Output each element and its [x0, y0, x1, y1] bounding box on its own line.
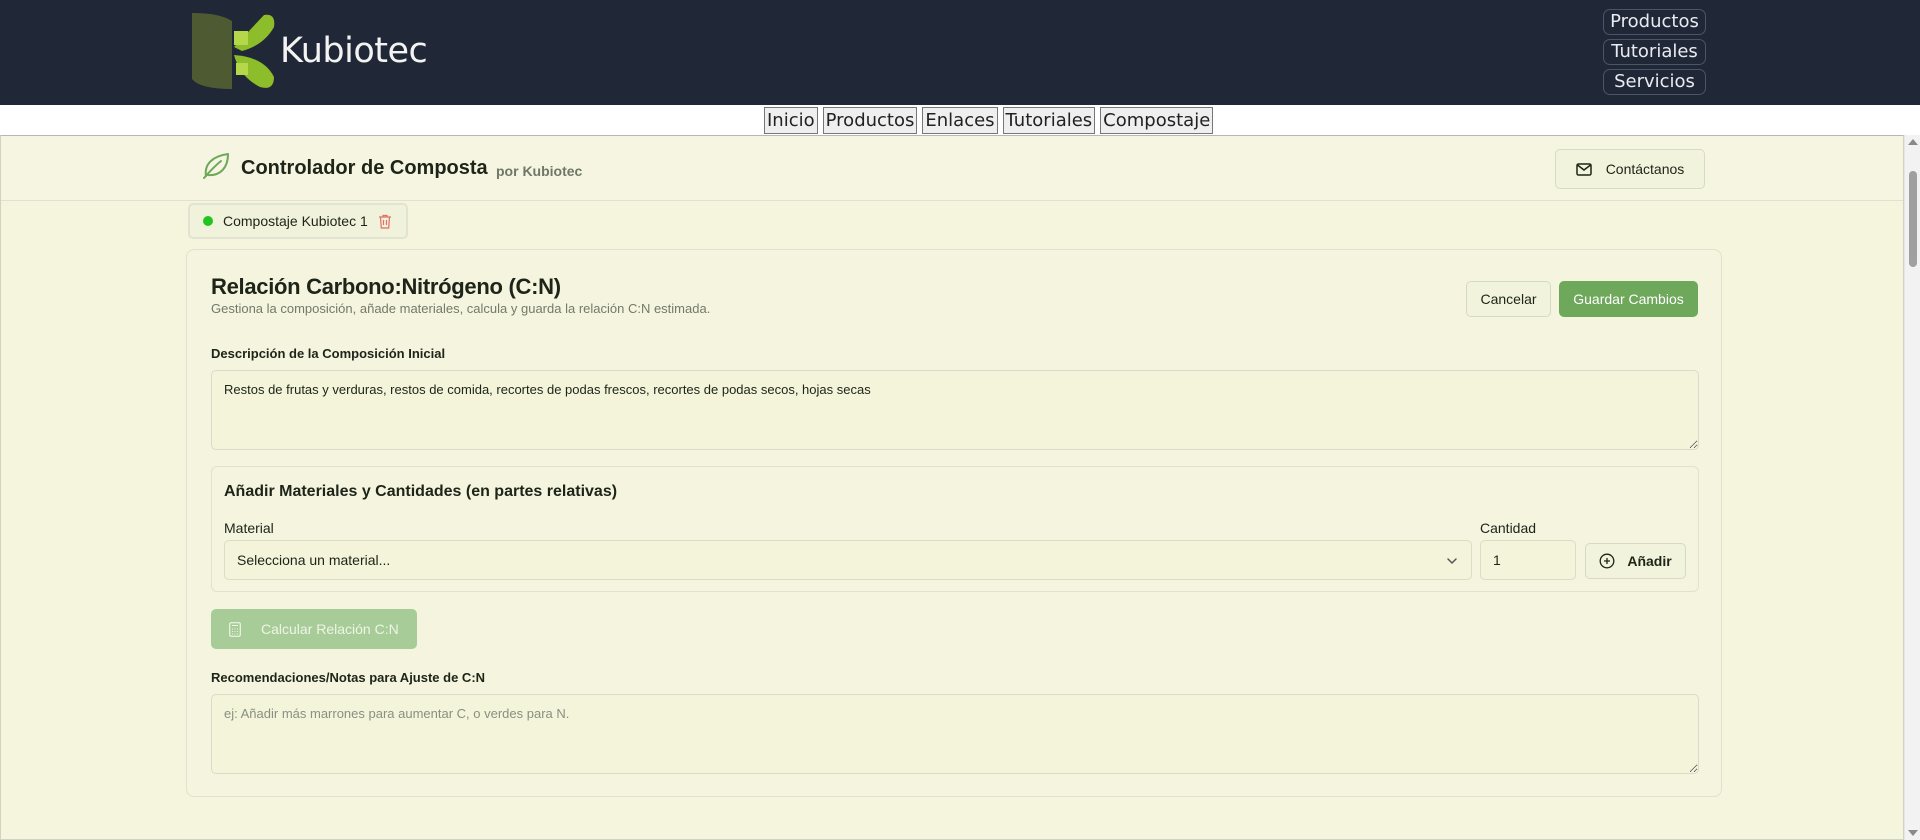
calculate-cn-button[interactable]: Calcular Relación C:N	[211, 609, 417, 649]
material-select[interactable]: Selecciona un material...	[224, 540, 1472, 580]
top-link-tutoriales[interactable]: Tutoriales	[1603, 39, 1706, 65]
top-nav: Productos Tutoriales Servicios	[1603, 9, 1706, 99]
add-label: Añadir	[1627, 553, 1672, 569]
contact-label: Contáctanos	[1605, 161, 1685, 177]
materials-panel: Añadir Materiales y Cantidades (en parte…	[211, 466, 1699, 592]
nav-tutoriales[interactable]: Tutoriales	[1002, 107, 1096, 134]
save-changes-button[interactable]: Guardar Cambios	[1559, 281, 1698, 317]
calculator-icon	[229, 621, 241, 637]
card-description: Gestiona la composición, añade materiale…	[211, 301, 711, 316]
mail-icon	[1575, 162, 1592, 176]
secondary-nav: Inicio Productos Enlaces Tutoriales Comp…	[0, 105, 1920, 135]
materials-title: Añadir Materiales y Cantidades (en parte…	[224, 483, 618, 500]
add-material-button[interactable]: Añadir	[1585, 543, 1686, 579]
app-header: Controlador de Composta por Kubiotec Con…	[1, 136, 1903, 201]
leaf-icon	[203, 153, 229, 179]
material-select-value: Selecciona un material...	[237, 552, 391, 568]
chevron-down-icon	[1447, 558, 1457, 565]
calculate-label: Calcular Relación C:N	[261, 621, 399, 637]
brand-name: Kubiotec	[280, 31, 428, 71]
scroll-down-arrow[interactable]	[1908, 830, 1918, 836]
trash-icon[interactable]	[378, 214, 392, 229]
tab-compostaje-kubiotec-1[interactable]: Compostaje Kubiotec 1	[188, 203, 408, 239]
top-link-servicios[interactable]: Servicios	[1603, 69, 1706, 95]
composition-label: Descripción de la Composición Inicial	[211, 346, 446, 361]
status-dot	[203, 216, 213, 226]
quantity-input[interactable]	[1480, 540, 1576, 580]
compost-app: Controlador de Composta por Kubiotec Con…	[0, 135, 1904, 840]
cancel-button[interactable]: Cancelar	[1466, 281, 1551, 317]
nav-inicio[interactable]: Inicio	[764, 107, 818, 134]
app-title: Controlador de Composta	[241, 157, 488, 179]
site-header: Kubiotec Productos Tutoriales Servicios	[0, 0, 1920, 105]
brand-logo[interactable]: Kubiotec	[190, 11, 428, 91]
scroll-thumb[interactable]	[1909, 171, 1917, 267]
kubiotec-logo-icon	[192, 13, 275, 89]
tab-label: Compostaje Kubiotec 1	[223, 213, 368, 229]
page-scrollbar[interactable]	[1904, 135, 1920, 840]
notes-label: Recomendaciones/Notas para Ajuste de C:N	[211, 670, 486, 685]
quantity-label: Cantidad	[1480, 520, 1537, 536]
card-title: Relación Carbono:Nitrógeno (C:N)	[211, 274, 561, 299]
top-link-productos[interactable]: Productos	[1603, 9, 1706, 35]
app-subtitle: por Kubiotec	[496, 163, 583, 179]
contact-button[interactable]: Contáctanos	[1555, 149, 1705, 189]
nav-productos[interactable]: Productos	[822, 107, 918, 134]
nav-enlaces[interactable]: Enlaces	[922, 107, 998, 134]
cn-ratio-card: Relación Carbono:Nitrógeno (C:N) Gestion…	[186, 249, 1722, 797]
nav-compostaje[interactable]: Compostaje	[1100, 107, 1214, 134]
notes-textarea[interactable]	[211, 694, 1699, 774]
plus-circle-icon	[1599, 553, 1615, 569]
material-label: Material	[224, 520, 274, 536]
scroll-up-arrow[interactable]	[1908, 139, 1918, 145]
composition-textarea[interactable]: Restos de frutas y verduras, restos de c…	[211, 370, 1699, 450]
